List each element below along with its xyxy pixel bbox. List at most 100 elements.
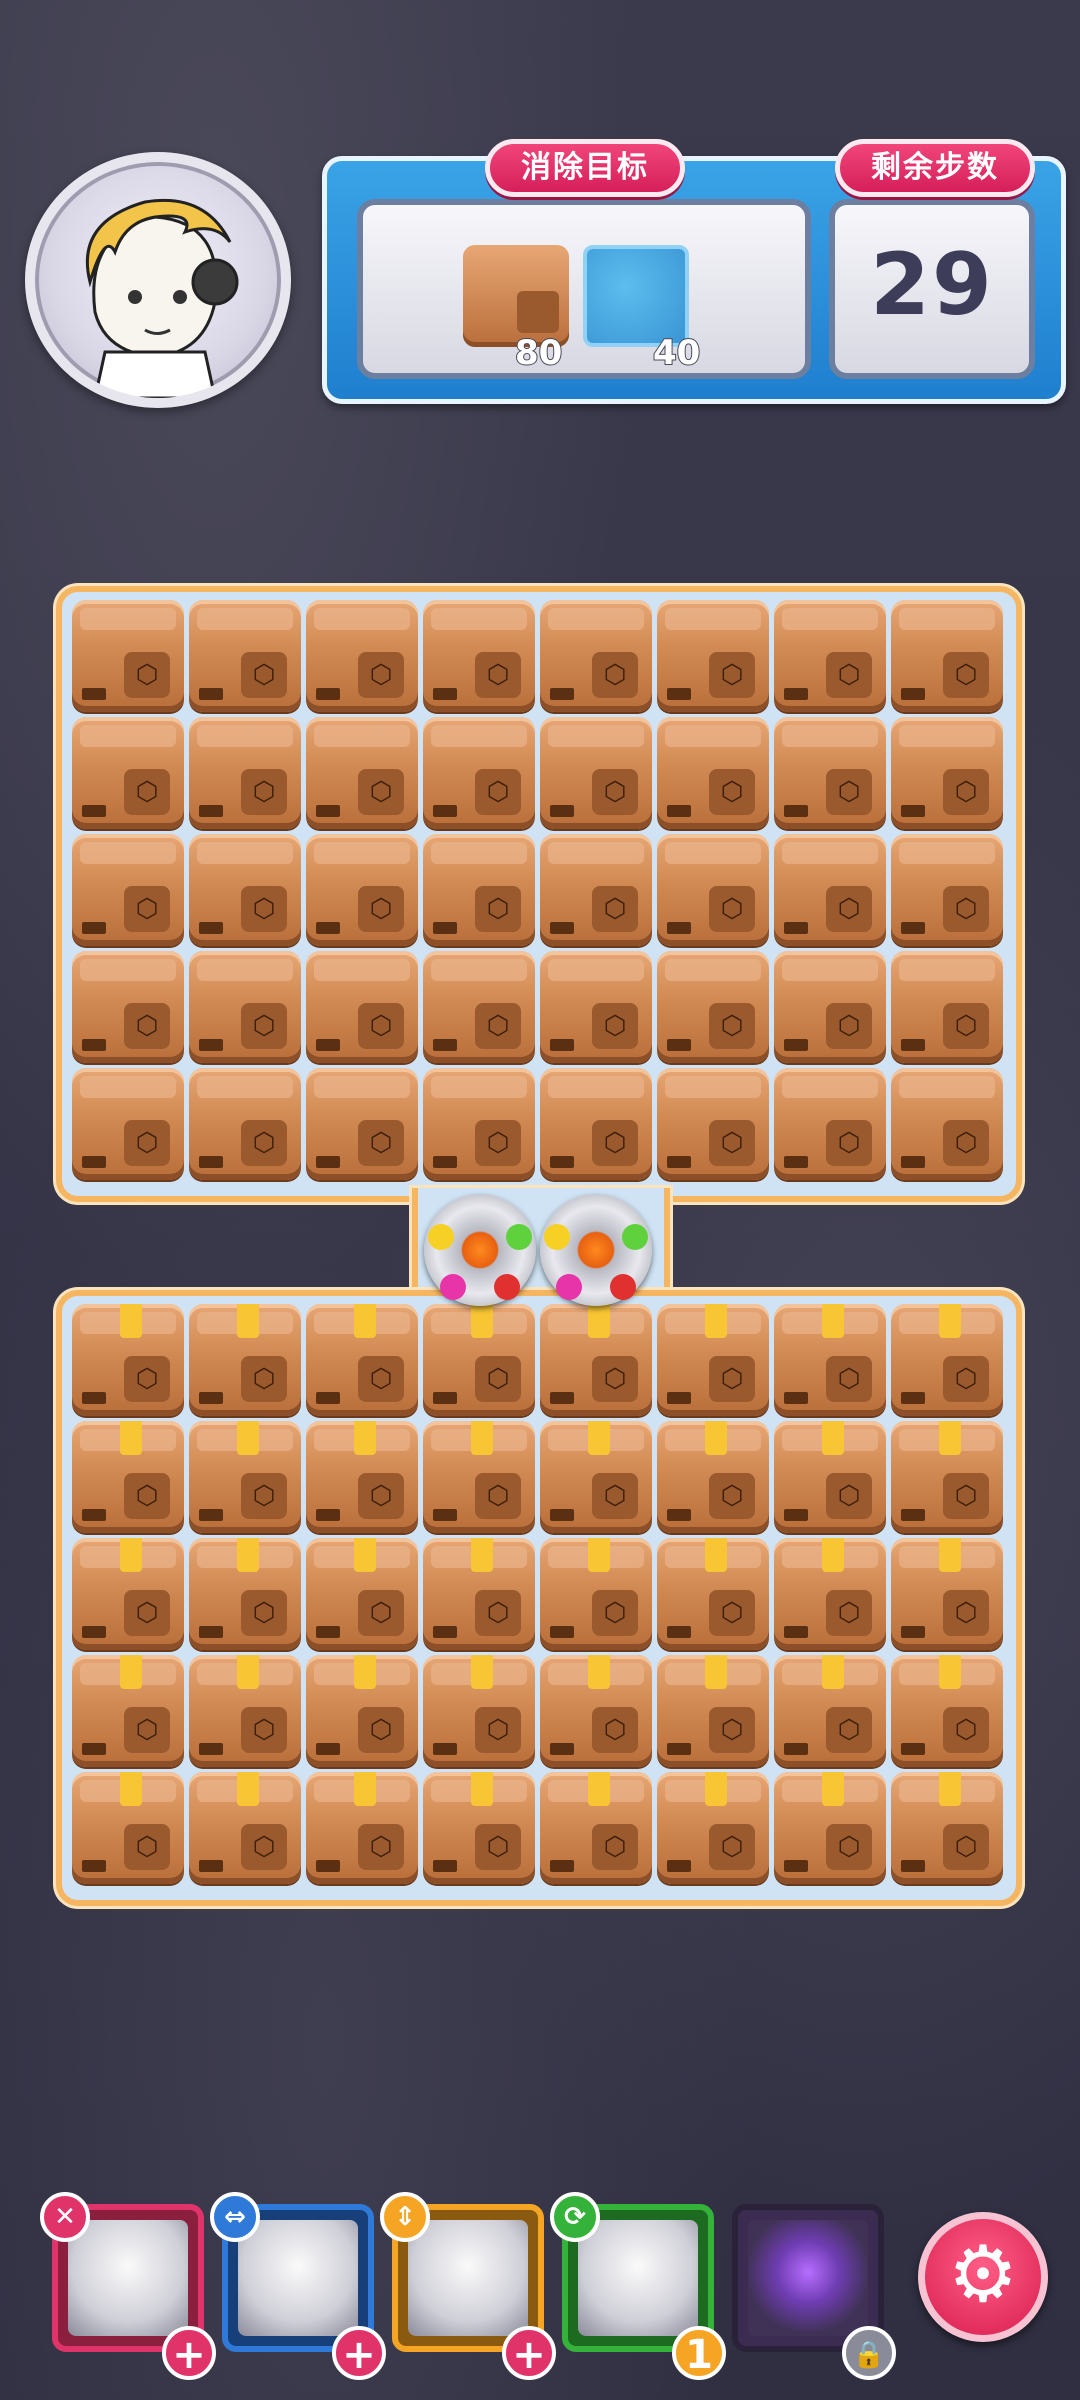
box-icon: ⬡ — [943, 886, 989, 932]
board-tile-taped-box[interactable]: ⬡ — [189, 1304, 301, 1416]
board-tile-taped-box[interactable]: ⬡ — [423, 1655, 535, 1767]
board-tile-box[interactable]: ⬡ — [72, 951, 184, 1063]
board-tile-box[interactable]: ⬡ — [657, 951, 769, 1063]
board-tile-box[interactable]: ⬡ — [423, 951, 535, 1063]
board-tile-box[interactable]: ⬡ — [540, 834, 652, 946]
board-tile-taped-box[interactable]: ⬡ — [540, 1655, 652, 1767]
board-tile-taped-box[interactable]: ⬡ — [540, 1304, 652, 1416]
box-icon: ⬡ — [358, 652, 404, 698]
board-tile-box[interactable]: ⬡ — [657, 1068, 769, 1180]
board-tile-taped-box[interactable]: ⬡ — [657, 1421, 769, 1533]
box-icon: ⬡ — [475, 1120, 521, 1166]
board-tile-taped-box[interactable]: ⬡ — [774, 1772, 886, 1884]
board-tile-taped-box[interactable]: ⬡ — [72, 1538, 184, 1650]
board-tile-taped-box[interactable]: ⬡ — [540, 1772, 652, 1884]
board-tile-box[interactable]: ⬡ — [306, 834, 418, 946]
board-tile-box[interactable]: ⬡ — [540, 951, 652, 1063]
box-icon: ⬡ — [124, 1473, 170, 1519]
board-tile-box[interactable]: ⬡ — [72, 1068, 184, 1180]
booster-column-clear-add-badge[interactable]: + — [502, 2326, 556, 2380]
board-tile-taped-box[interactable]: ⬡ — [657, 1538, 769, 1650]
board-tile-box[interactable]: ⬡ — [774, 600, 886, 712]
board-tile-taped-box[interactable]: ⬡ — [891, 1538, 1003, 1650]
board-tile-taped-box[interactable]: ⬡ — [774, 1655, 886, 1767]
horizontal-arrows-icon: ⇔ — [210, 2192, 260, 2242]
board-tile-taped-box[interactable]: ⬡ — [657, 1655, 769, 1767]
board-tile-box[interactable]: ⬡ — [774, 834, 886, 946]
board-tile-box[interactable]: ⬡ — [891, 600, 1003, 712]
board-tile-taped-box[interactable]: ⬡ — [540, 1538, 652, 1650]
board-tile-box[interactable]: ⬡ — [891, 717, 1003, 829]
board-tile-taped-box[interactable]: ⬡ — [189, 1772, 301, 1884]
board-tile-taped-box[interactable]: ⬡ — [189, 1538, 301, 1650]
board-tile-taped-box[interactable]: ⬡ — [306, 1421, 418, 1533]
board-tile-box[interactable]: ⬡ — [774, 717, 886, 829]
board-tile-box[interactable]: ⬡ — [189, 1068, 301, 1180]
board-tile-box[interactable]: ⬡ — [306, 600, 418, 712]
board-tile-box[interactable]: ⬡ — [891, 951, 1003, 1063]
board-tile-box[interactable]: ⬡ — [72, 600, 184, 712]
color-rocket[interactable] — [540, 1194, 652, 1306]
board-tile-box[interactable]: ⬡ — [189, 717, 301, 829]
board-tile-taped-box[interactable]: ⬡ — [891, 1421, 1003, 1533]
board-tile-taped-box[interactable]: ⬡ — [891, 1772, 1003, 1884]
board-tile-taped-box[interactable]: ⬡ — [774, 1304, 886, 1416]
color-rocket[interactable] — [424, 1194, 536, 1306]
board-tile-taped-box[interactable]: ⬡ — [540, 1421, 652, 1533]
booster-row-clear-add-badge[interactable]: + — [332, 2326, 386, 2380]
booster-hammer-add-badge[interactable]: + — [162, 2326, 216, 2380]
board-tile-box[interactable]: ⬡ — [657, 834, 769, 946]
board-tile-taped-box[interactable]: ⬡ — [189, 1655, 301, 1767]
board-tile-box[interactable]: ⬡ — [306, 717, 418, 829]
board-tile-taped-box[interactable]: ⬡ — [891, 1655, 1003, 1767]
board-tile-taped-box[interactable]: ⬡ — [72, 1655, 184, 1767]
board-tile-taped-box[interactable]: ⬡ — [306, 1772, 418, 1884]
board-tile-box[interactable]: ⬡ — [189, 951, 301, 1063]
board-tile-box[interactable]: ⬡ — [540, 600, 652, 712]
board-tile-taped-box[interactable]: ⬡ — [774, 1538, 886, 1650]
box-icon: ⬡ — [592, 1473, 638, 1519]
box-icon: ⬡ — [709, 1356, 755, 1402]
board-tile-box[interactable]: ⬡ — [423, 600, 535, 712]
box-icon: ⬡ — [709, 652, 755, 698]
board-tile-box[interactable]: ⬡ — [423, 717, 535, 829]
box-icon: ⬡ — [826, 1003, 872, 1049]
board-tile-box[interactable]: ⬡ — [306, 951, 418, 1063]
box-icon: ⬡ — [241, 1707, 287, 1753]
board-tile-box[interactable]: ⬡ — [540, 1068, 652, 1180]
board-tile-box[interactable]: ⬡ — [774, 951, 886, 1063]
board-tile-box[interactable]: ⬡ — [72, 717, 184, 829]
board-tile-taped-box[interactable]: ⬡ — [423, 1772, 535, 1884]
board-tile-taped-box[interactable]: ⬡ — [306, 1655, 418, 1767]
board-tile-taped-box[interactable]: ⬡ — [306, 1304, 418, 1416]
board-tile-taped-box[interactable]: ⬡ — [423, 1421, 535, 1533]
board-tile-taped-box[interactable]: ⬡ — [891, 1304, 1003, 1416]
booster-shuffle-count-badge[interactable]: 1 — [672, 2326, 726, 2380]
board-tile-box[interactable]: ⬡ — [189, 600, 301, 712]
board-tile-taped-box[interactable]: ⬡ — [657, 1304, 769, 1416]
board-tile-taped-box[interactable]: ⬡ — [72, 1421, 184, 1533]
board-tile-box[interactable]: ⬡ — [189, 834, 301, 946]
board-tile-box[interactable]: ⬡ — [891, 1068, 1003, 1180]
settings-gear-button[interactable]: ⚙ — [918, 2212, 1048, 2342]
board-tile-taped-box[interactable]: ⬡ — [306, 1538, 418, 1650]
box-icon: ⬡ — [943, 1707, 989, 1753]
board-tile-box[interactable]: ⬡ — [72, 834, 184, 946]
board-tile-taped-box[interactable]: ⬡ — [423, 1304, 535, 1416]
board-tile-taped-box[interactable]: ⬡ — [72, 1304, 184, 1416]
box-icon: ⬡ — [826, 1356, 872, 1402]
board-tile-box[interactable]: ⬡ — [891, 834, 1003, 946]
board-tile-box[interactable]: ⬡ — [657, 717, 769, 829]
player-avatar[interactable] — [25, 152, 291, 408]
board-tile-taped-box[interactable]: ⬡ — [189, 1421, 301, 1533]
board-tile-box[interactable]: ⬡ — [423, 1068, 535, 1180]
board-tile-box[interactable]: ⬡ — [423, 834, 535, 946]
board-tile-taped-box[interactable]: ⬡ — [423, 1538, 535, 1650]
board-tile-taped-box[interactable]: ⬡ — [72, 1772, 184, 1884]
board-tile-box[interactable]: ⬡ — [657, 600, 769, 712]
board-tile-box[interactable]: ⬡ — [774, 1068, 886, 1180]
board-tile-taped-box[interactable]: ⬡ — [774, 1421, 886, 1533]
board-tile-box[interactable]: ⬡ — [306, 1068, 418, 1180]
board-tile-taped-box[interactable]: ⬡ — [657, 1772, 769, 1884]
board-tile-box[interactable]: ⬡ — [540, 717, 652, 829]
